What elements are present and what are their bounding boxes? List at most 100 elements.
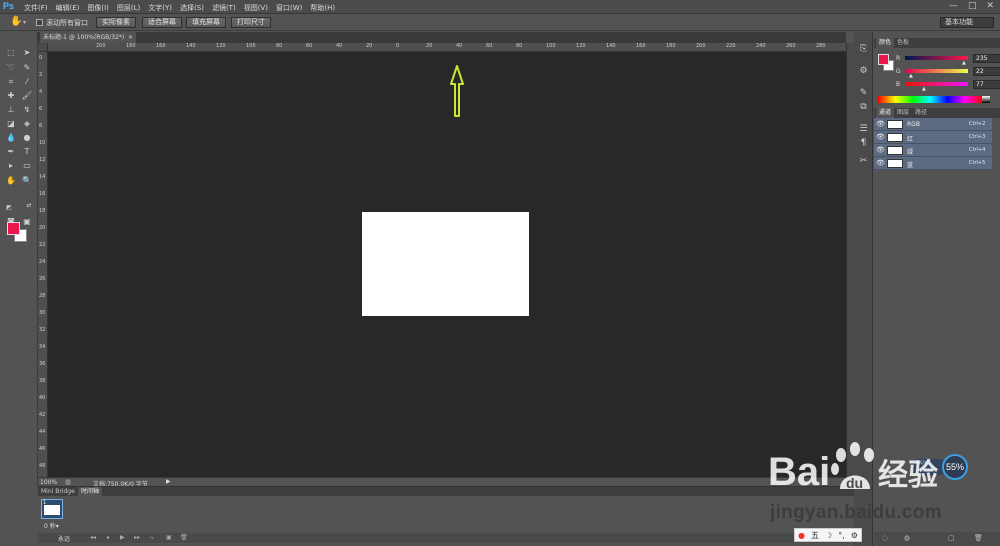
clone-source-icon[interactable]: ⧉ — [858, 102, 869, 113]
menu-view[interactable]: 视图(V) — [244, 3, 268, 13]
blur-tool-icon[interactable]: 💧 — [5, 132, 17, 143]
play-button[interactable]: ▶ — [120, 534, 125, 541]
menu-filter[interactable]: 滤镜(T) — [212, 3, 236, 13]
eye-icon[interactable]: 👁 — [876, 146, 885, 154]
eye-icon[interactable]: 👁 — [876, 159, 885, 167]
history-brush-tool-icon[interactable]: ↯ — [21, 104, 33, 115]
eyedropper-tool-icon[interactable]: ⁄ — [21, 76, 33, 87]
ruler-origin[interactable] — [38, 43, 48, 52]
lasso-tool-icon[interactable]: ➰ — [5, 62, 17, 73]
path-select-tool-icon[interactable]: ▸ — [5, 160, 17, 171]
menu-file[interactable]: 文件(F) — [24, 3, 48, 13]
marquee-tool-icon[interactable]: ⬚ — [5, 47, 17, 58]
channel-row[interactable]: 👁 红 Ctrl+3 — [874, 131, 992, 144]
b-value-field[interactable]: 77 — [973, 80, 1000, 89]
crop-tool-icon[interactable]: ⌗ — [5, 76, 17, 87]
character-icon[interactable]: ¶ — [858, 138, 869, 149]
color-panel-foreground[interactable] — [878, 54, 889, 65]
status-menu-arrow[interactable]: ▶ — [166, 478, 171, 485]
punctuation-icon[interactable]: °, — [838, 531, 845, 540]
fill-screen-button[interactable]: 填充屏幕 — [186, 17, 226, 28]
healing-tool-icon[interactable]: ✚ — [5, 90, 17, 101]
speed-percent[interactable]: 55% — [942, 454, 968, 480]
loop-select[interactable]: 永远 — [58, 534, 70, 543]
document-canvas[interactable] — [362, 212, 529, 316]
save-selection-icon[interactable]: ◍ — [904, 534, 910, 542]
bucket-tool-icon[interactable]: ◈ — [21, 118, 33, 129]
chevron-down-icon[interactable]: ▾ — [23, 19, 26, 26]
swap-colors-icon[interactable]: ⇄ — [23, 200, 35, 211]
channel-row[interactable]: 👁 RGB Ctrl+2 — [874, 118, 992, 131]
r-value-field[interactable]: 235 — [973, 54, 1000, 63]
b-slider[interactable] — [905, 82, 968, 86]
load-selection-icon[interactable]: ◌ — [882, 534, 888, 542]
vertical-ruler[interactable]: 0 2 4 6 8 10 12 14 16 18 20 22 24 26 28 30 32 34 36 38 40 42 4… — [38, 52, 48, 477]
tween-button[interactable]: ⤷ — [150, 534, 153, 542]
b-slider-handle-icon[interactable]: ▲ — [922, 86, 926, 92]
frame-delay-select[interactable]: 0 秒▾ — [44, 521, 59, 530]
r-slider-handle-icon[interactable]: ▲ — [962, 60, 966, 66]
history-icon[interactable]: ⎘ — [858, 44, 869, 55]
duplicate-frame-button[interactable]: ▣ — [166, 534, 172, 541]
quick-select-tool-icon[interactable]: ✎ — [21, 62, 33, 73]
rectangle-tool-icon[interactable]: ▭ — [21, 160, 33, 171]
menu-window[interactable]: 窗口(W) — [276, 3, 302, 13]
pen-tool-icon[interactable]: ✒ — [5, 146, 17, 157]
info-icon[interactable]: ◍ — [65, 478, 71, 486]
adjust-icon[interactable]: ☰ — [858, 124, 869, 135]
menu-select[interactable]: 选择(S) — [180, 3, 204, 13]
menu-edit[interactable]: 编辑(E) — [56, 3, 80, 13]
tab-color[interactable]: 颜色 — [876, 38, 895, 48]
g-slider[interactable] — [905, 69, 968, 73]
menu-image[interactable]: 图像(I) — [87, 3, 109, 13]
document-tab[interactable]: 未标题-1 @ 100%(RGB/32*) × — [40, 32, 136, 43]
fit-screen-button[interactable]: 适合屏幕 — [142, 17, 182, 28]
tab-paths[interactable]: 路径 — [912, 108, 930, 118]
eye-icon[interactable]: 👁 — [876, 120, 885, 128]
g-value-field[interactable]: 22 — [973, 67, 1000, 76]
eye-icon[interactable]: 👁 — [876, 133, 885, 141]
ime-mode[interactable]: 五 — [811, 530, 819, 541]
default-colors-icon[interactable]: ◩ — [3, 202, 15, 213]
trash-icon[interactable]: 🗑 — [974, 534, 983, 542]
r-slider[interactable] — [905, 56, 968, 60]
print-size-button[interactable]: 打印尺寸 — [231, 17, 271, 28]
tab-mini-bridge[interactable]: Mini Bridge — [38, 487, 78, 496]
menu-help[interactable]: 帮助(H) — [310, 3, 335, 13]
brush-preset-icon[interactable]: ✎ — [858, 88, 869, 99]
hand-tool-icon[interactable]: ✋ — [10, 16, 22, 27]
g-slider-handle-icon[interactable]: ▲ — [909, 73, 913, 79]
next-frame-button[interactable]: ▸▸ — [134, 534, 140, 541]
vertical-scrollbar[interactable] — [846, 43, 854, 477]
workspace-select[interactable]: 基本功能 — [940, 17, 994, 28]
menu-type[interactable]: 文字(Y) — [148, 3, 172, 13]
stamp-tool-icon[interactable]: ⊥ — [5, 104, 17, 115]
minimize-button[interactable]: — — [949, 1, 958, 11]
menu-layer[interactable]: 图层(L) — [117, 3, 140, 13]
tab-swatches[interactable]: 色板 — [894, 38, 912, 48]
close-tab-icon[interactable]: × — [128, 32, 133, 43]
hand-tool-icon[interactable]: ✋ — [5, 175, 17, 186]
channel-row[interactable]: 👁 绿 Ctrl+4 — [874, 144, 992, 157]
horizontal-ruler[interactable]: 200 180 160 140 120 100 80 60 40 20 0 20 40 60 80 100 12… — [48, 43, 846, 52]
settings-icon[interactable]: ⚙ — [851, 531, 858, 540]
tab-channels[interactable]: 通道 — [876, 108, 895, 118]
scroll-all-windows-checkbox[interactable] — [36, 19, 43, 26]
eraser-tool-icon[interactable]: ◪ — [5, 118, 17, 129]
animation-frame[interactable]: 1 — [41, 499, 63, 519]
maximize-button[interactable]: □ — [968, 1, 977, 11]
moon-icon[interactable]: ☽ — [825, 531, 832, 540]
tab-layers[interactable]: 图层 — [894, 108, 912, 118]
tab-timeline[interactable]: 时间轴 — [78, 487, 103, 496]
canvas-area[interactable] — [48, 52, 846, 477]
properties-icon[interactable]: ⚙ — [858, 66, 869, 77]
color-spectrum-bar[interactable] — [878, 96, 982, 103]
dodge-tool-icon[interactable]: ● — [21, 132, 33, 143]
actual-pixels-button[interactable]: 实际像素 — [96, 17, 136, 28]
close-window-button[interactable]: ✕ — [986, 1, 994, 11]
brush-tool-icon[interactable]: 🖌 — [21, 90, 33, 101]
prev-frame-button[interactable]: ◂ — [106, 534, 109, 541]
zoom-level[interactable]: 100% — [40, 479, 57, 486]
move-tool-icon[interactable]: ➤ — [21, 47, 33, 58]
delete-frame-button[interactable]: 🗑 — [180, 534, 188, 541]
